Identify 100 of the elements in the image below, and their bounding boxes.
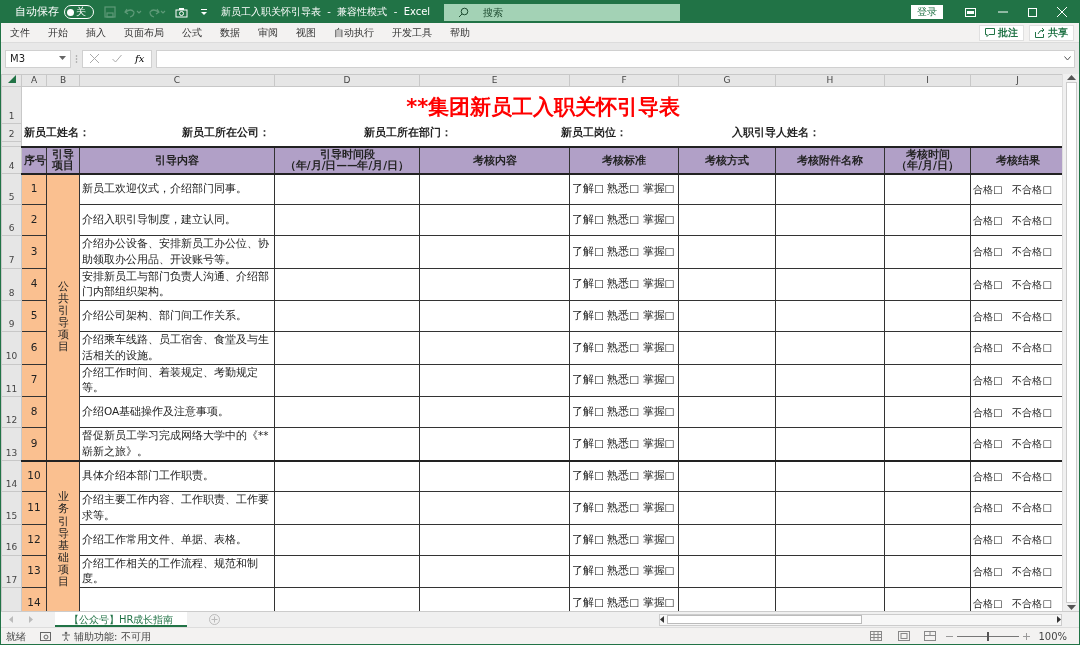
row-header[interactable]: 8 bbox=[1, 268, 22, 301]
sequence-cell: 10 bbox=[21, 460, 47, 492]
scroll-left-icon[interactable] bbox=[660, 616, 665, 623]
undo-icon[interactable] bbox=[124, 6, 136, 18]
close-icon[interactable] bbox=[1057, 7, 1067, 17]
customize-icon[interactable] bbox=[200, 8, 208, 16]
status-text: 就绪 bbox=[6, 629, 26, 644]
horizontal-scrollbar[interactable] bbox=[659, 613, 1062, 626]
ribbon-tab[interactable]: 帮助 bbox=[441, 25, 479, 40]
signin-button[interactable]: 登录 bbox=[911, 5, 943, 19]
search-field[interactable]: 搜索 bbox=[444, 3, 681, 21]
ribbon-tab[interactable]: 数据 bbox=[211, 25, 249, 40]
column-header[interactable]: H bbox=[775, 74, 885, 87]
enter-icon[interactable] bbox=[111, 54, 122, 63]
previous-sheet-icon[interactable] bbox=[9, 616, 14, 623]
assessment-options: 了解□ 熟悉□ 掌握□ bbox=[569, 491, 679, 524]
ribbon-tab[interactable]: 插入 bbox=[77, 25, 115, 40]
column-heading: 序号 bbox=[21, 146, 47, 174]
save-icon[interactable] bbox=[104, 6, 116, 18]
field-label: 新员工姓名： bbox=[24, 124, 91, 140]
macro-record-icon[interactable] bbox=[40, 631, 51, 641]
formula-input[interactable] bbox=[156, 49, 1075, 68]
column-header[interactable]: F bbox=[569, 74, 679, 87]
splitter-icon[interactable] bbox=[75, 53, 78, 64]
zoom-in-icon[interactable] bbox=[1023, 632, 1031, 640]
scroll-right-icon[interactable] bbox=[1056, 616, 1061, 623]
table-cell: 介绍工作相关的工作流程、规范和制度。 bbox=[79, 555, 275, 588]
search-icon bbox=[458, 6, 470, 18]
cancel-icon[interactable] bbox=[89, 54, 99, 63]
assessment-options: 了解□ 熟悉□ 掌握□ bbox=[569, 331, 679, 364]
assessment-options: 了解□ 熟悉□ 掌握□ bbox=[569, 524, 679, 555]
column-header[interactable]: A bbox=[21, 74, 47, 87]
select-all-button[interactable] bbox=[1, 74, 22, 87]
assessment-options: 了解□ 熟悉□ 掌握□ bbox=[569, 364, 679, 397]
row-header[interactable]: 7 bbox=[1, 235, 22, 268]
ribbon-tab[interactable]: 文件 bbox=[1, 25, 39, 40]
ribbon-display-icon[interactable] bbox=[965, 7, 976, 17]
column-header[interactable]: G bbox=[678, 74, 776, 87]
row-header[interactable]: 17 bbox=[1, 555, 22, 588]
zoom-level[interactable]: 100% bbox=[1038, 628, 1067, 644]
autosave-label: 自动保存 bbox=[15, 3, 59, 20]
assessment-options: 了解□ 熟悉□ 掌握□ bbox=[569, 300, 679, 332]
row-header[interactable]: 5 bbox=[1, 173, 22, 205]
assessment-options: 了解□ 熟悉□ 掌握□ bbox=[569, 555, 679, 588]
ribbon-tab[interactable]: 开始 bbox=[39, 25, 77, 40]
row-header[interactable]: 13 bbox=[1, 427, 22, 461]
table-cell: 介绍乘车线路、员工宿舍、食堂及与生活相关的设施。 bbox=[79, 331, 275, 364]
row-header[interactable]: 15 bbox=[1, 491, 22, 524]
accessibility-status[interactable]: 辅助功能: 不可用 bbox=[74, 628, 151, 644]
add-sheet-icon[interactable] bbox=[209, 614, 221, 625]
assessment-options: 了解□ 熟悉□ 掌握□ bbox=[569, 460, 679, 492]
camera-icon[interactable] bbox=[175, 6, 188, 18]
column-header[interactable]: D bbox=[274, 74, 420, 87]
field-label: 新员工所在部门： bbox=[364, 124, 453, 140]
row-header[interactable]: 6 bbox=[1, 204, 22, 236]
table-cell: 介绍办公设备、安排新员工办公位、协助领取办公用品、开设账号等。 bbox=[79, 235, 275, 268]
accessibility-icon[interactable] bbox=[61, 631, 71, 641]
table-cell: 介绍工作常用文件、单据、表格。 bbox=[79, 524, 275, 555]
column-header[interactable]: I bbox=[884, 74, 971, 87]
assessment-options: 了解□ 熟悉□ 掌握□ bbox=[569, 235, 679, 268]
vertical-scrollbar[interactable] bbox=[1062, 74, 1079, 611]
ribbon-tab[interactable]: 页面布局 bbox=[115, 25, 173, 40]
insert-function-button[interactable]: fx bbox=[135, 51, 145, 66]
expand-icon[interactable] bbox=[1064, 56, 1071, 61]
row-header[interactable]: 1 bbox=[1, 86, 22, 124]
column-heading: 考核内容 bbox=[419, 146, 570, 174]
field-label: 入职引导人姓名： bbox=[732, 124, 821, 140]
row-header[interactable]: 9 bbox=[1, 300, 22, 332]
column-heading: 考核标准 bbox=[569, 146, 679, 174]
row-header[interactable]: 4 bbox=[1, 146, 22, 174]
row-header[interactable]: 12 bbox=[1, 396, 22, 428]
ribbon-tab[interactable]: 审阅 bbox=[249, 25, 287, 40]
ribbon-tab[interactable]: 公式 bbox=[173, 25, 211, 40]
ribbon-tab[interactable]: 视图 bbox=[287, 25, 325, 40]
table-cell: 安排新员工与部门负责人沟通、介绍部门内部组织架构。 bbox=[79, 268, 275, 301]
maximize-icon[interactable] bbox=[1028, 7, 1037, 17]
column-heading: 考核结果 bbox=[970, 146, 1062, 174]
row-header[interactable]: 10 bbox=[1, 331, 22, 364]
share-button[interactable]: 共享 bbox=[1029, 24, 1074, 41]
name-box[interactable]: M3 bbox=[5, 49, 71, 68]
ribbon-tab[interactable]: 开发工具 bbox=[383, 25, 441, 40]
row-header[interactable]: 16 bbox=[1, 524, 22, 555]
next-sheet-icon[interactable] bbox=[28, 616, 33, 623]
ribbon-tab[interactable]: 自动执行 bbox=[325, 25, 383, 40]
column-header[interactable]: C bbox=[79, 74, 275, 87]
column-heading: 考核时间 （年/月/日） bbox=[884, 146, 971, 174]
caret-icon bbox=[59, 56, 66, 61]
normal-view-icon[interactable] bbox=[870, 631, 883, 641]
table-cell: 介绍入职引导制度，建立认同。 bbox=[79, 204, 275, 236]
column-header[interactable]: J bbox=[970, 74, 1062, 87]
row-header[interactable]: 11 bbox=[1, 364, 22, 397]
comments-button[interactable]: 批注 bbox=[979, 24, 1024, 41]
page-layout-icon[interactable] bbox=[898, 631, 911, 641]
column-header[interactable]: B bbox=[46, 74, 80, 87]
column-header[interactable]: E bbox=[419, 74, 570, 87]
redo-icon[interactable] bbox=[148, 6, 160, 18]
sheet-tab[interactable]: 【公众号】HR成长指南 bbox=[55, 612, 188, 627]
share-icon bbox=[1035, 27, 1045, 38]
page-break-icon[interactable] bbox=[924, 631, 937, 641]
row-header[interactable]: 14 bbox=[1, 460, 22, 492]
